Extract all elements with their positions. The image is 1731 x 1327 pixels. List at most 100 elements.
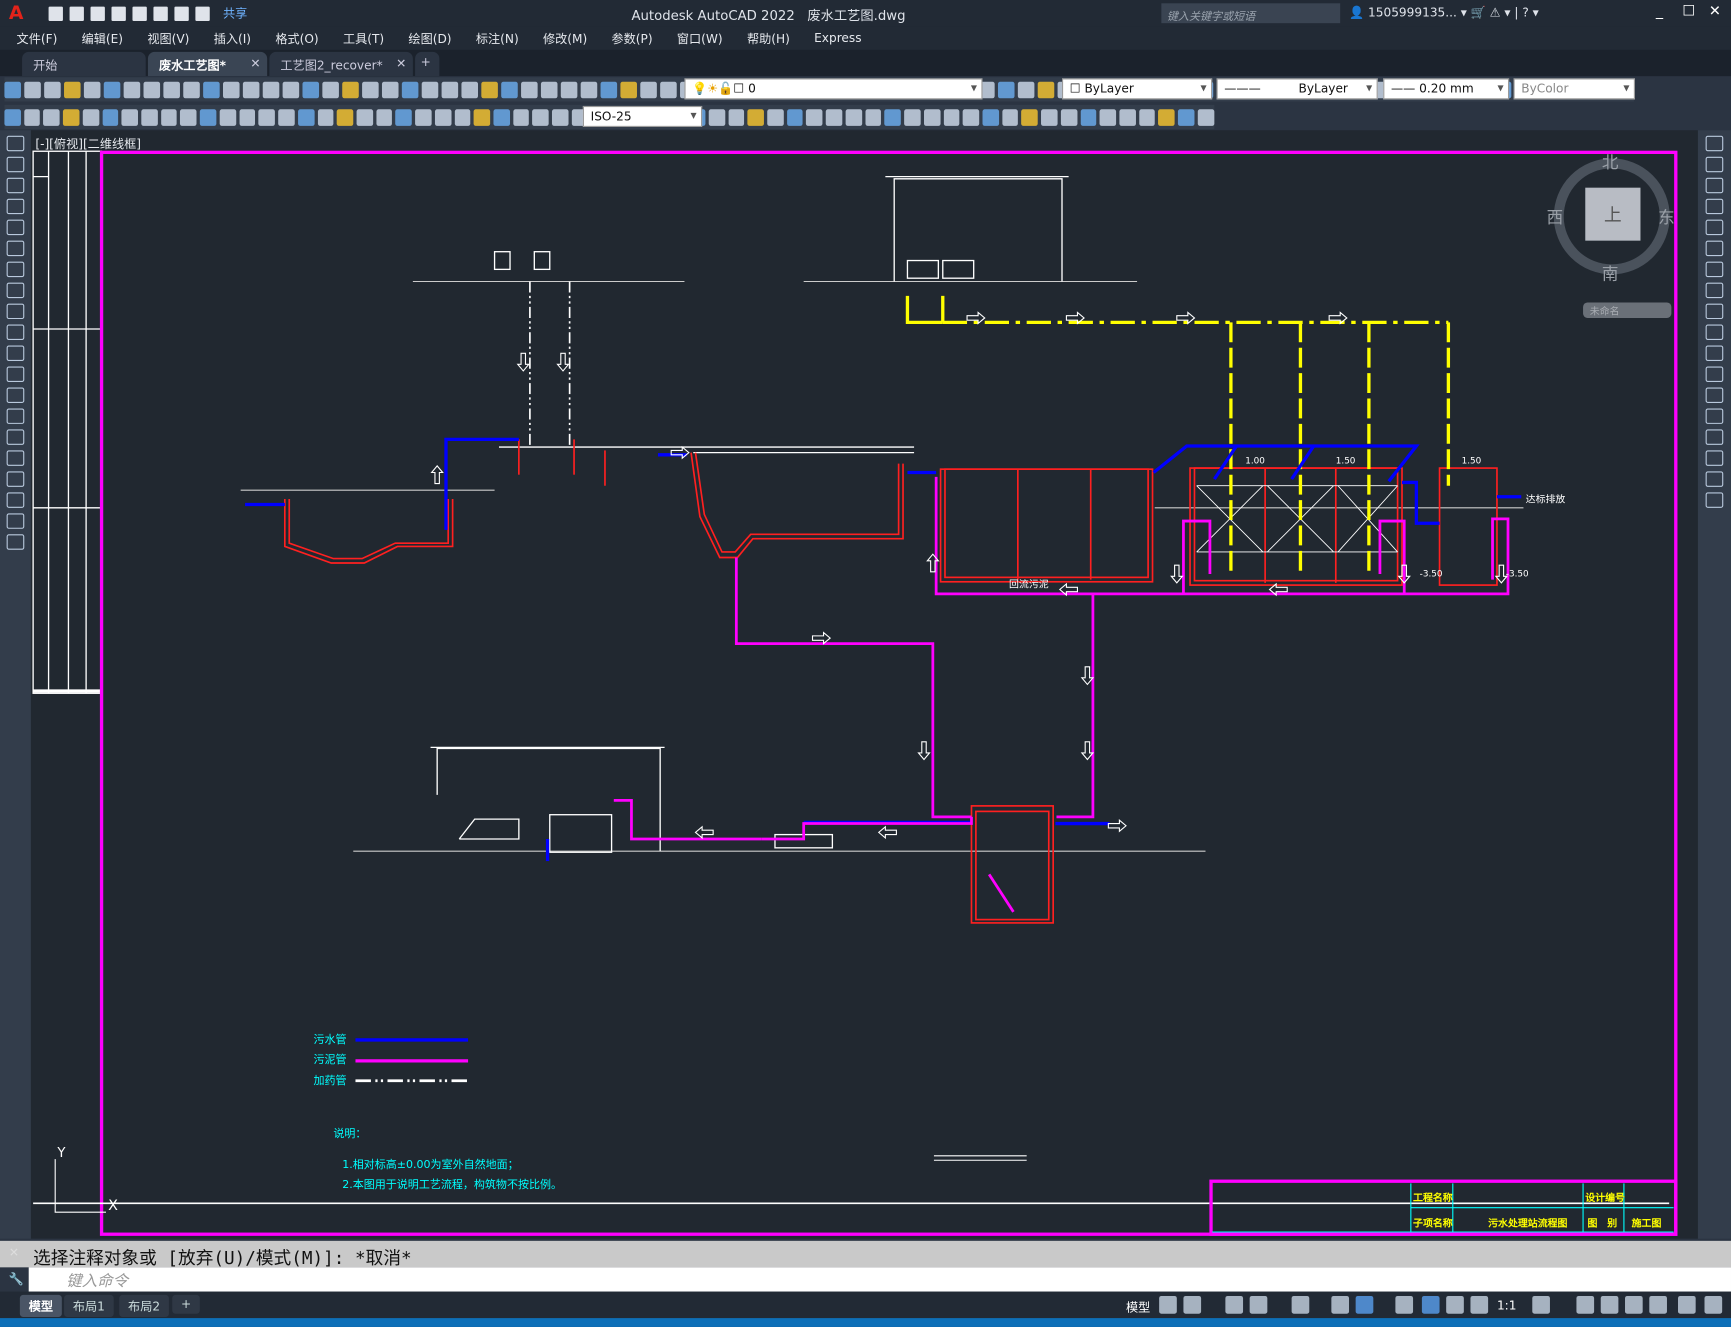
save-icon[interactable] — [90, 6, 105, 21]
ordinate-dim-icon[interactable] — [376, 108, 393, 126]
viewcube-south[interactable]: 南 — [1602, 264, 1619, 283]
lineweight-dropdown[interactable]: —— 0.20 mm ▾ — [1383, 78, 1510, 100]
menu-item[interactable]: 插入(I) — [214, 29, 251, 47]
linetype-dropdown[interactable]: ——— ByLayer ▾ — [1216, 78, 1378, 100]
save-as-icon[interactable] — [111, 6, 126, 21]
arc-dim-icon[interactable] — [43, 108, 60, 126]
radius-dim-icon[interactable] — [395, 108, 412, 126]
new-icon[interactable] — [48, 6, 63, 21]
polyline-icon[interactable] — [6, 177, 25, 194]
trim-icon[interactable] — [1705, 324, 1724, 341]
redo-icon[interactable] — [600, 81, 618, 98]
add-selected-icon[interactable] — [6, 534, 25, 550]
plus-icon[interactable] — [1576, 1296, 1595, 1314]
menu-item[interactable]: 编辑(E) — [82, 29, 123, 47]
viewcube-east[interactable]: 东 — [1658, 208, 1675, 227]
scale-icon[interactable] — [297, 108, 315, 126]
scale-icon[interactable] — [1705, 282, 1724, 299]
rotate-icon[interactable] — [278, 108, 295, 126]
design-center-icon[interactable] — [302, 81, 320, 98]
hardware-acceleration-icon[interactable] — [1625, 1296, 1643, 1314]
ordinate-dim-icon[interactable] — [63, 108, 80, 126]
circle-icon[interactable] — [6, 261, 25, 278]
close-button[interactable]: ✕ — [1709, 3, 1721, 20]
maximize-button[interactable]: ☐ — [1682, 3, 1695, 20]
add-layout-button[interactable]: + — [172, 1294, 201, 1314]
publish-icon[interactable] — [103, 81, 121, 98]
undo-icon[interactable] — [580, 81, 598, 98]
arc-icon[interactable] — [6, 240, 25, 257]
layout-tab-2[interactable]: 布局2 — [119, 1294, 169, 1318]
ordinate-dim-icon[interactable] — [1002, 108, 1019, 126]
help-icon[interactable] — [342, 81, 359, 98]
tab-start[interactable]: 开始 — [22, 51, 146, 77]
extend-icon[interactable] — [1705, 345, 1724, 361]
workspace-gear-icon[interactable] — [1532, 1296, 1550, 1314]
diameter-dim-icon[interactable] — [1041, 108, 1058, 126]
publish-icon[interactable] — [481, 81, 498, 98]
rotate-icon[interactable] — [1705, 261, 1724, 278]
plot-icon[interactable] — [153, 6, 168, 21]
pan-icon[interactable] — [620, 81, 637, 98]
radius-dim-icon[interactable] — [708, 108, 725, 126]
move-icon[interactable] — [1705, 240, 1724, 257]
diameter-dim-icon[interactable] — [102, 108, 119, 126]
center-mark-icon[interactable] — [512, 108, 530, 126]
new-icon[interactable] — [381, 81, 399, 98]
offset-icon[interactable] — [1705, 198, 1724, 215]
center-mark-icon[interactable] — [1138, 108, 1156, 126]
gradient-icon[interactable] — [6, 450, 25, 466]
aligned-dim-icon[interactable] — [23, 108, 41, 126]
plot-icon[interactable] — [441, 81, 459, 98]
isolate-icon[interactable] — [1600, 1296, 1619, 1314]
mirror-icon[interactable] — [1705, 177, 1724, 194]
linear-dim-icon[interactable] — [4, 108, 21, 126]
annotation-scale-value[interactable]: 1:1 — [1497, 1298, 1517, 1312]
tolerance-icon[interactable] — [1119, 108, 1136, 126]
center-mark-icon[interactable] — [200, 108, 217, 126]
menu-item[interactable]: 窗口(W) — [677, 29, 723, 47]
redo-icon[interactable] — [195, 6, 210, 21]
diameter-dim-icon[interactable] — [728, 108, 745, 126]
angular-dim-icon[interactable] — [1060, 108, 1077, 126]
menu-item[interactable]: Express — [814, 31, 861, 45]
import-icon[interactable] — [132, 6, 147, 21]
layout-tab-model[interactable]: 模型 — [19, 1294, 62, 1318]
erase-icon[interactable] — [1705, 135, 1724, 152]
viewcube-north[interactable]: 北 — [1602, 153, 1619, 172]
menu-item[interactable]: 帮助(H) — [747, 29, 790, 47]
preview-icon[interactable] — [461, 81, 479, 98]
auto-scale-icon[interactable] — [1446, 1296, 1464, 1314]
copy-icon[interactable] — [884, 108, 901, 126]
close-tab-icon[interactable]: ✕ — [396, 56, 406, 70]
menu-item[interactable]: 标注(N) — [476, 29, 519, 47]
angular-dim-icon[interactable] — [121, 108, 139, 126]
viewcube-top-face[interactable]: 上 — [1604, 205, 1622, 226]
block-icon[interactable] — [6, 387, 25, 403]
menu-item[interactable]: 绘图(D) — [408, 29, 451, 47]
customize-icon[interactable]: 🔧 — [9, 1272, 24, 1286]
customization-menu-icon[interactable] — [1704, 1296, 1723, 1314]
explode-icon[interactable] — [1705, 492, 1724, 508]
aligned-dim-icon[interactable] — [336, 108, 354, 126]
rectangle-icon[interactable] — [6, 219, 25, 236]
arc-dim-icon[interactable] — [982, 108, 999, 126]
cut-icon[interactable] — [501, 81, 518, 98]
menu-item[interactable]: 修改(M) — [543, 29, 587, 47]
zoom-icon[interactable] — [1017, 81, 1035, 98]
viewcube[interactable]: 北 南 西 东 上 未命名 — [1547, 153, 1675, 318]
copy-icon[interactable] — [1705, 156, 1724, 173]
object-snap-icon[interactable] — [1355, 1296, 1374, 1314]
paste-icon[interactable] — [163, 81, 180, 98]
blend-icon[interactable] — [1705, 471, 1724, 487]
redo-icon[interactable] — [222, 81, 240, 98]
cloud-icon[interactable] — [6, 282, 25, 299]
radius-dim-icon[interactable] — [82, 108, 99, 126]
save-icon[interactable] — [44, 81, 61, 98]
menu-item[interactable]: 文件(F) — [17, 29, 58, 47]
continue-dim-icon[interactable] — [1099, 108, 1117, 126]
menu-item[interactable]: 视图(V) — [147, 29, 189, 47]
ellipse-icon[interactable] — [6, 324, 25, 341]
layout-tab-1[interactable]: 布局1 — [64, 1294, 114, 1318]
tolerance-icon[interactable] — [806, 108, 823, 126]
